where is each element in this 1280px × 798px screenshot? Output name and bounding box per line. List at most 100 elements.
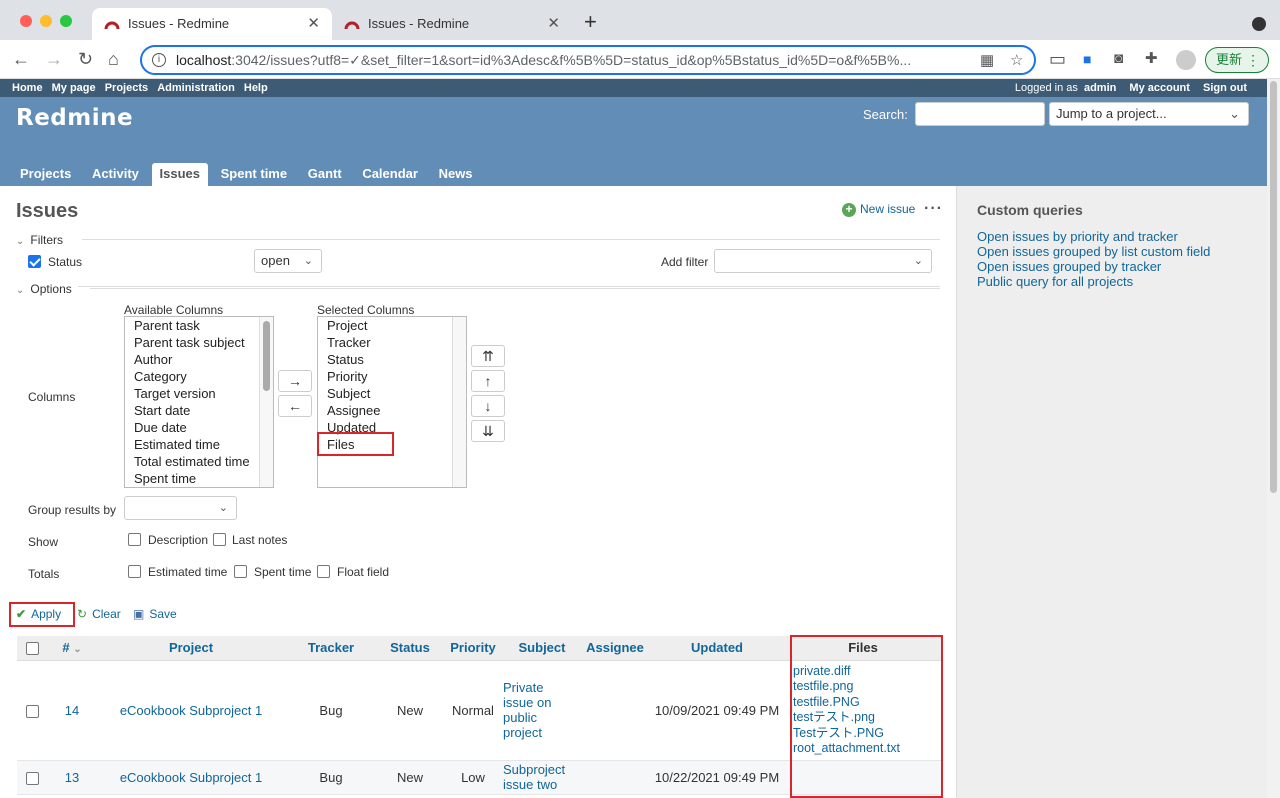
tab-search-icon[interactable] <box>1252 17 1266 31</box>
custom-query-link[interactable]: Public query for all projects <box>977 274 1133 289</box>
list-item[interactable]: Priority <box>318 368 466 385</box>
scrollbar-thumb[interactable] <box>263 321 270 391</box>
add-column-button[interactable]: → <box>278 370 312 392</box>
column-header-tracker[interactable]: Tracker <box>285 636 377 661</box>
new-tab-icon[interactable]: + <box>584 9 597 35</box>
browser-tab[interactable]: Issues - Redmine ✕ <box>332 8 572 40</box>
clear-button[interactable]: ↻ Clear <box>77 607 121 621</box>
issue-id-link[interactable]: 14 <box>65 703 79 718</box>
extension-icon[interactable]: ■ <box>1083 48 1091 70</box>
new-issue-link[interactable]: + New issue <box>842 202 915 217</box>
scrollbar-thumb[interactable] <box>1270 81 1277 493</box>
total-float-checkbox[interactable] <box>317 565 330 578</box>
group-by-select[interactable]: ⌄ <box>124 496 237 520</box>
tab-gantt[interactable]: Gantt <box>300 163 350 186</box>
kebab-menu-icon[interactable]: ⋮ <box>1246 48 1260 72</box>
move-bottom-button[interactable]: ⇊ <box>471 420 505 442</box>
site-info-icon[interactable]: i <box>152 53 166 67</box>
show-description-checkbox[interactable] <box>128 533 141 546</box>
sign-out-link[interactable]: Sign out <box>1203 82 1247 94</box>
list-item[interactable]: Estimated time <box>125 436 273 453</box>
available-columns-list[interactable]: Parent task Parent task subject Author C… <box>124 316 274 488</box>
list-item[interactable]: Start date <box>125 402 273 419</box>
camera-icon[interactable]: ◙ <box>1114 48 1123 70</box>
custom-query-link[interactable]: Open issues grouped by tracker <box>977 259 1161 274</box>
puzzle-icon[interactable]: ✚ <box>1145 48 1158 70</box>
back-icon[interactable]: ← <box>12 48 30 70</box>
update-button[interactable]: 更新 ⋮ <box>1205 47 1269 73</box>
column-header-status[interactable]: Status <box>377 636 443 661</box>
more-actions-icon[interactable]: ··· <box>924 200 943 218</box>
profile-avatar-icon[interactable] <box>1176 50 1196 70</box>
column-header-id[interactable]: # ⌄ <box>47 636 97 661</box>
column-header-assignee[interactable]: Assignee <box>581 636 649 661</box>
close-window-icon[interactable] <box>20 15 32 27</box>
list-scrollbar[interactable] <box>452 317 466 487</box>
select-all-checkbox[interactable] <box>25 642 39 656</box>
address-bar[interactable]: i localhost:3042/issues?utf8=✓&set_filte… <box>140 45 1036 75</box>
list-scrollbar[interactable] <box>259 317 273 487</box>
column-header-updated[interactable]: Updated <box>649 636 785 661</box>
tab-projects[interactable]: Projects <box>12 163 79 186</box>
screen-cast-icon[interactable]: ▭ <box>1049 48 1066 70</box>
top-menu-projects[interactable]: Projects <box>105 79 148 97</box>
total-estimated-checkbox[interactable] <box>128 565 141 578</box>
logged-in-user[interactable]: admin <box>1084 82 1116 94</box>
subject-link[interactable]: Subproject issue two <box>503 762 573 792</box>
page-scrollbar[interactable] <box>1267 79 1280 798</box>
top-menu-help[interactable]: Help <box>244 79 268 97</box>
status-filter-checkbox[interactable] <box>28 255 41 268</box>
my-account-link[interactable]: My account <box>1129 82 1190 94</box>
qr-code-icon[interactable]: ▦ <box>980 51 994 69</box>
list-item[interactable]: Subject <box>318 385 466 402</box>
close-tab-icon[interactable]: ✕ <box>547 8 560 40</box>
bookmark-star-icon[interactable]: ☆ <box>1010 51 1023 69</box>
project-link[interactable]: eCookbook Subproject 1 <box>120 703 262 718</box>
project-link[interactable]: eCookbook Subproject 1 <box>120 770 262 785</box>
show-last-notes-checkbox[interactable] <box>213 533 226 546</box>
row-checkbox[interactable] <box>25 771 39 785</box>
maximize-window-icon[interactable] <box>60 15 72 27</box>
subject-link[interactable]: Private issue on public project <box>503 680 563 740</box>
list-item[interactable]: Project <box>318 317 466 334</box>
list-item[interactable]: Author <box>125 351 273 368</box>
remove-column-button[interactable]: ← <box>278 395 312 417</box>
search-input[interactable] <box>915 102 1045 126</box>
filters-legend[interactable]: ⌄ Filters <box>16 233 63 247</box>
forward-icon[interactable]: → <box>45 48 63 70</box>
list-item[interactable]: Total estimated time <box>125 453 273 470</box>
selected-columns-list[interactable]: Project Tracker Status Priority Subject … <box>317 316 467 488</box>
move-up-button[interactable]: ↑ <box>471 370 505 392</box>
column-header-priority[interactable]: Priority <box>443 636 503 661</box>
column-header-project[interactable]: Project <box>97 636 285 661</box>
apply-button[interactable]: ✔ Apply <box>16 607 61 621</box>
status-operator-select[interactable]: open ⌄ <box>254 249 322 273</box>
custom-query-link[interactable]: Open issues by priority and tracker <box>977 229 1178 244</box>
home-icon[interactable]: ⌂ <box>108 48 119 70</box>
list-item[interactable]: Target version <box>125 385 273 402</box>
total-spent-checkbox[interactable] <box>234 565 247 578</box>
tab-news[interactable]: News <box>431 163 481 186</box>
list-item[interactable]: Spent time <box>125 470 273 487</box>
move-down-button[interactable]: ↓ <box>471 395 505 417</box>
move-top-button[interactable]: ⇈ <box>471 345 505 367</box>
tab-spent-time[interactable]: Spent time <box>213 163 295 186</box>
close-tab-icon[interactable]: ✕ <box>307 8 320 40</box>
tab-issues[interactable]: Issues <box>151 163 209 186</box>
row-checkbox[interactable] <box>25 704 39 718</box>
list-item[interactable]: Category <box>125 368 273 385</box>
tab-activity[interactable]: Activity <box>84 163 147 186</box>
custom-query-link[interactable]: Open issues grouped by list custom field <box>977 244 1210 259</box>
tab-calendar[interactable]: Calendar <box>354 163 426 186</box>
browser-tab-active[interactable]: Issues - Redmine ✕ <box>92 8 332 40</box>
add-filter-select[interactable]: ⌄ <box>714 249 932 273</box>
list-item[interactable]: Parent task <box>125 317 273 334</box>
reload-icon[interactable]: ↻ <box>78 48 93 70</box>
list-item[interactable]: Parent task subject <box>125 334 273 351</box>
top-menu-home[interactable]: Home <box>12 79 43 97</box>
top-menu-administration[interactable]: Administration <box>157 79 235 97</box>
options-legend[interactable]: ⌄ Options <box>16 282 78 296</box>
column-header-subject[interactable]: Subject <box>503 636 581 661</box>
top-menu-my-page[interactable]: My page <box>52 79 96 97</box>
minimize-window-icon[interactable] <box>40 15 52 27</box>
